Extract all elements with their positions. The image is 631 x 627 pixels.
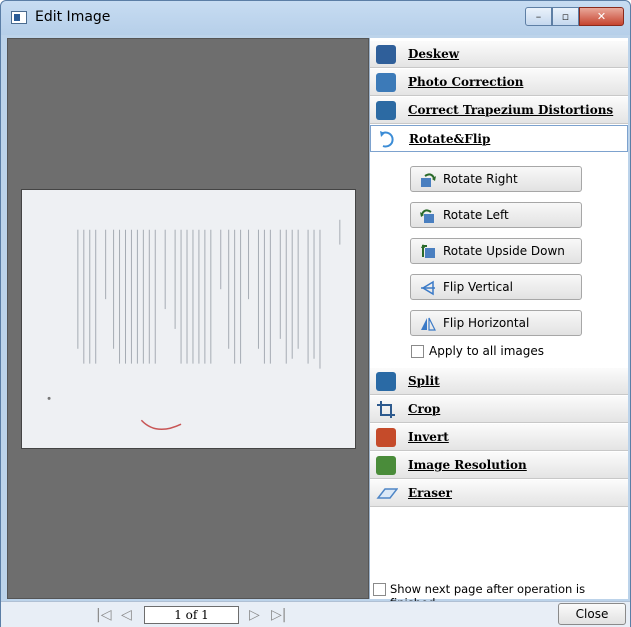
trapezium-icon: [376, 101, 396, 120]
section-label: Split: [408, 374, 440, 388]
window-title: Edit Image: [35, 9, 111, 25]
page-number-input[interactable]: 1 of 1: [144, 606, 239, 624]
section-photo-correction[interactable]: Photo Correction: [370, 69, 628, 96]
close-button[interactable]: Close: [558, 603, 626, 625]
section-image-resolution[interactable]: Image Resolution: [370, 452, 628, 479]
rotate-right-icon: [419, 171, 437, 188]
flip-vertical-icon: [419, 279, 437, 296]
rotate-left-button[interactable]: Rotate Left: [410, 202, 582, 228]
app-icon: [11, 11, 27, 24]
section-label: Invert: [408, 430, 449, 444]
image-resolution-icon: [376, 456, 396, 475]
section-label: Image Resolution: [408, 458, 527, 472]
section-label: Eraser: [408, 486, 452, 500]
window-controls: – ▫ ✕: [525, 7, 624, 27]
section-label: Correct Trapezium Distortions: [408, 103, 614, 117]
flip-horizontal-icon: [419, 315, 437, 332]
section-label: Deskew: [408, 47, 460, 61]
crop-icon: [376, 400, 396, 419]
tools-panel: Deskew Photo Correction Correct Trapeziu…: [369, 38, 628, 610]
flip-horizontal-button[interactable]: Flip Horizontal: [410, 310, 582, 336]
photo-correction-icon: [376, 73, 396, 92]
section-correct-trapezium[interactable]: Correct Trapezium Distortions: [370, 97, 628, 124]
show-next-page-checkbox[interactable]: [373, 583, 386, 596]
maximize-button[interactable]: ▫: [552, 7, 579, 26]
section-invert[interactable]: Invert: [370, 424, 628, 451]
section-label: Crop: [408, 402, 441, 416]
eraser-icon: [376, 484, 399, 503]
action-label: Rotate Right: [443, 172, 518, 186]
section-rotate-flip[interactable]: Rotate&Flip: [370, 125, 628, 152]
next-page-icon[interactable]: ▷: [249, 607, 260, 623]
rotate-right-button[interactable]: Rotate Right: [410, 166, 582, 192]
last-page-icon[interactable]: ▷|: [271, 607, 286, 623]
document-page-image: [22, 190, 355, 448]
section-eraser[interactable]: Eraser: [370, 480, 628, 507]
invert-icon: [376, 428, 396, 447]
section-label: Rotate&Flip: [409, 132, 491, 146]
edit-image-window: Edit Image – ▫ ✕ Deskew Photo Correction…: [0, 0, 631, 627]
rotate-left-icon: [419, 207, 437, 224]
section-split[interactable]: Split: [370, 368, 628, 395]
flip-vertical-button[interactable]: Flip Vertical: [410, 274, 582, 300]
rotate-upside-down-icon: [419, 243, 437, 260]
rotate-flip-icon: [377, 130, 397, 149]
apply-to-all-checkbox[interactable]: [411, 345, 424, 358]
previous-page-icon[interactable]: ◁: [121, 607, 132, 623]
action-label: Rotate Left: [443, 208, 509, 222]
rotate-upside-down-button[interactable]: Rotate Upside Down: [410, 238, 582, 264]
rotate-flip-options: Rotate Right Rotate Left Rotate Upside D…: [370, 157, 628, 366]
first-page-icon[interactable]: |◁: [96, 607, 111, 623]
section-label: Photo Correction: [408, 75, 524, 89]
close-window-button[interactable]: ✕: [579, 7, 624, 26]
deskew-icon: [376, 45, 396, 64]
image-preview-area[interactable]: [7, 38, 369, 599]
section-deskew[interactable]: Deskew: [370, 41, 628, 68]
minimize-button[interactable]: –: [525, 7, 552, 26]
navigation-bar: |◁ ◁ 1 of 1 ▷ ▷| Close: [1, 601, 630, 627]
title-bar: Edit Image – ▫ ✕: [1, 1, 630, 35]
apply-to-all-label: Apply to all images: [429, 344, 545, 358]
split-icon: [376, 372, 396, 391]
document-image: [21, 189, 356, 449]
action-label: Rotate Upside Down: [443, 244, 565, 258]
action-label: Flip Horizontal: [443, 316, 530, 330]
section-crop[interactable]: Crop: [370, 396, 628, 423]
action-label: Flip Vertical: [443, 280, 513, 294]
